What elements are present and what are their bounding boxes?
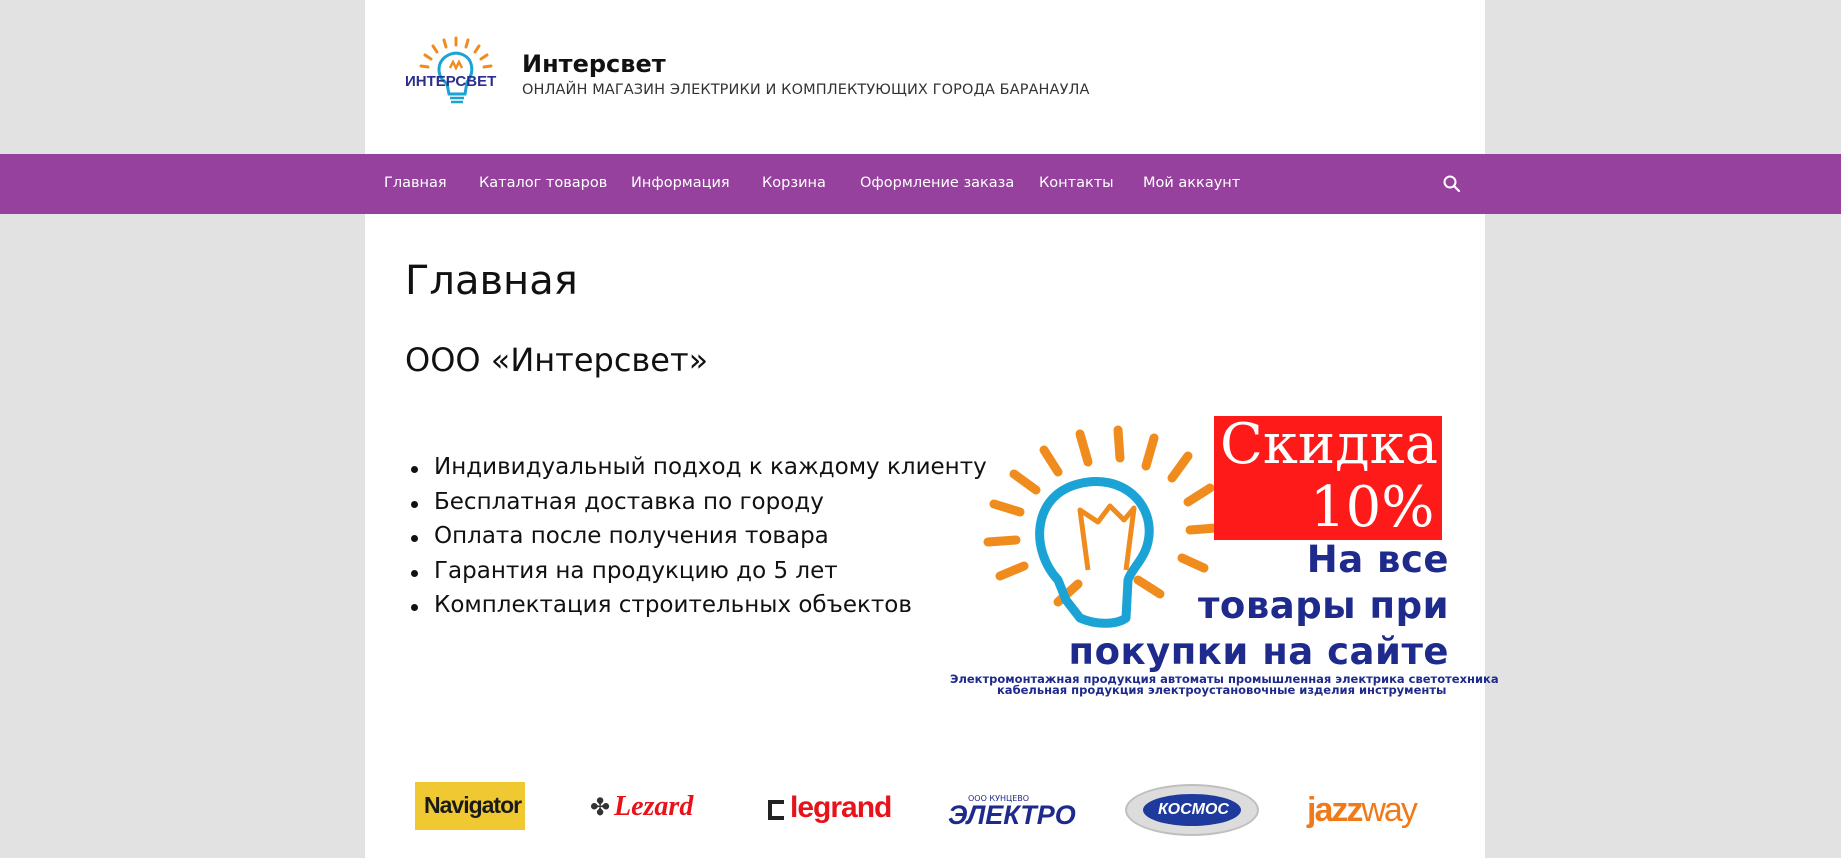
nav-item-checkout[interactable]: Оформление заказа bbox=[860, 175, 1014, 191]
site-logo[interactable]: ИНТЕРСВЕТ bbox=[403, 34, 509, 116]
search-icon[interactable] bbox=[1442, 174, 1462, 194]
feature-item: Оплата после получения товара bbox=[405, 523, 987, 558]
page-container: ИНТЕРСВЕТ Интерсвет ОНЛАЙН МАГАЗИН ЭЛЕКТ… bbox=[0, 0, 1841, 858]
brand-lezard-text: Lezard bbox=[614, 791, 694, 822]
promo-text-line: На все bbox=[1306, 538, 1449, 581]
brand-legrand-logo[interactable]: legrand bbox=[768, 778, 908, 834]
promo-text-line: покупки на сайте bbox=[1068, 630, 1449, 673]
site-header: ИНТЕРСВЕТ Интерсвет ОНЛАЙН МАГАЗИН ЭЛЕКТ… bbox=[365, 0, 1485, 154]
feature-item: Комплектация строительных объектов bbox=[405, 592, 987, 627]
promo-text-line: товары при bbox=[1197, 584, 1449, 627]
brand-legrand-text: legrand bbox=[790, 791, 892, 824]
page-title: Главная bbox=[405, 258, 578, 304]
main-navigation: Главная Каталог товаров Информация Корзи… bbox=[0, 154, 1841, 214]
nav-item-info[interactable]: Информация bbox=[631, 175, 730, 191]
brand-jazzway-text-1: jazz bbox=[1307, 791, 1363, 829]
features-list: Индивидуальный подход к каждому клиенту … bbox=[405, 454, 987, 627]
feature-item: Бесплатная доставка по городу bbox=[405, 489, 987, 524]
brand-lezard-logo[interactable]: ✤ Lezard bbox=[590, 778, 725, 834]
brand-navigator-logo[interactable]: Navigator bbox=[415, 782, 525, 830]
company-title: ООО «Интерсвет» bbox=[405, 341, 709, 379]
legrand-emblem-icon bbox=[768, 800, 784, 820]
logo-wordmark: ИНТЕРСВЕТ bbox=[405, 73, 496, 90]
promo-small-line: кабельная продукция электроустановочные … bbox=[997, 683, 1447, 697]
brand-jazzway-text-2: way bbox=[1361, 791, 1417, 829]
feature-item: Индивидуальный подход к каждому клиенту bbox=[405, 454, 987, 489]
discount-percent: 10% bbox=[1310, 475, 1435, 540]
brand-electro-text: ЭЛЕКТРО bbox=[948, 800, 1076, 830]
brand-jazzway-logo[interactable]: jazzway bbox=[1307, 778, 1447, 834]
brand-kosmos-text: КОСМОС bbox=[1158, 801, 1229, 818]
nav-item-catalog[interactable]: Каталог товаров bbox=[479, 175, 607, 191]
discount-label: Скидка bbox=[1220, 412, 1439, 477]
nav-item-contacts[interactable]: Контакты bbox=[1039, 175, 1114, 191]
brand-electro-logo[interactable]: ООО КУНЦЕВО ЭЛЕКТРО bbox=[948, 778, 1083, 834]
nav-item-home[interactable]: Главная bbox=[384, 175, 447, 191]
nav-item-account[interactable]: Мой аккаунт bbox=[1143, 175, 1240, 191]
site-title[interactable]: Интерсвет bbox=[522, 50, 666, 78]
site-description: ОНЛАЙН МАГАЗИН ЭЛЕКТРИКИ И КОМПЛЕКТУЮЩИХ… bbox=[522, 82, 1090, 98]
brand-navigator-text: Navigator bbox=[424, 792, 522, 818]
nav-item-cart[interactable]: Корзина bbox=[762, 175, 826, 191]
feature-item: Гарантия на продукцию до 5 лет bbox=[405, 558, 987, 593]
lezard-emblem-icon: ✤ bbox=[590, 793, 611, 821]
brand-kosmos-logo[interactable]: КОСМОС bbox=[1125, 778, 1260, 836]
